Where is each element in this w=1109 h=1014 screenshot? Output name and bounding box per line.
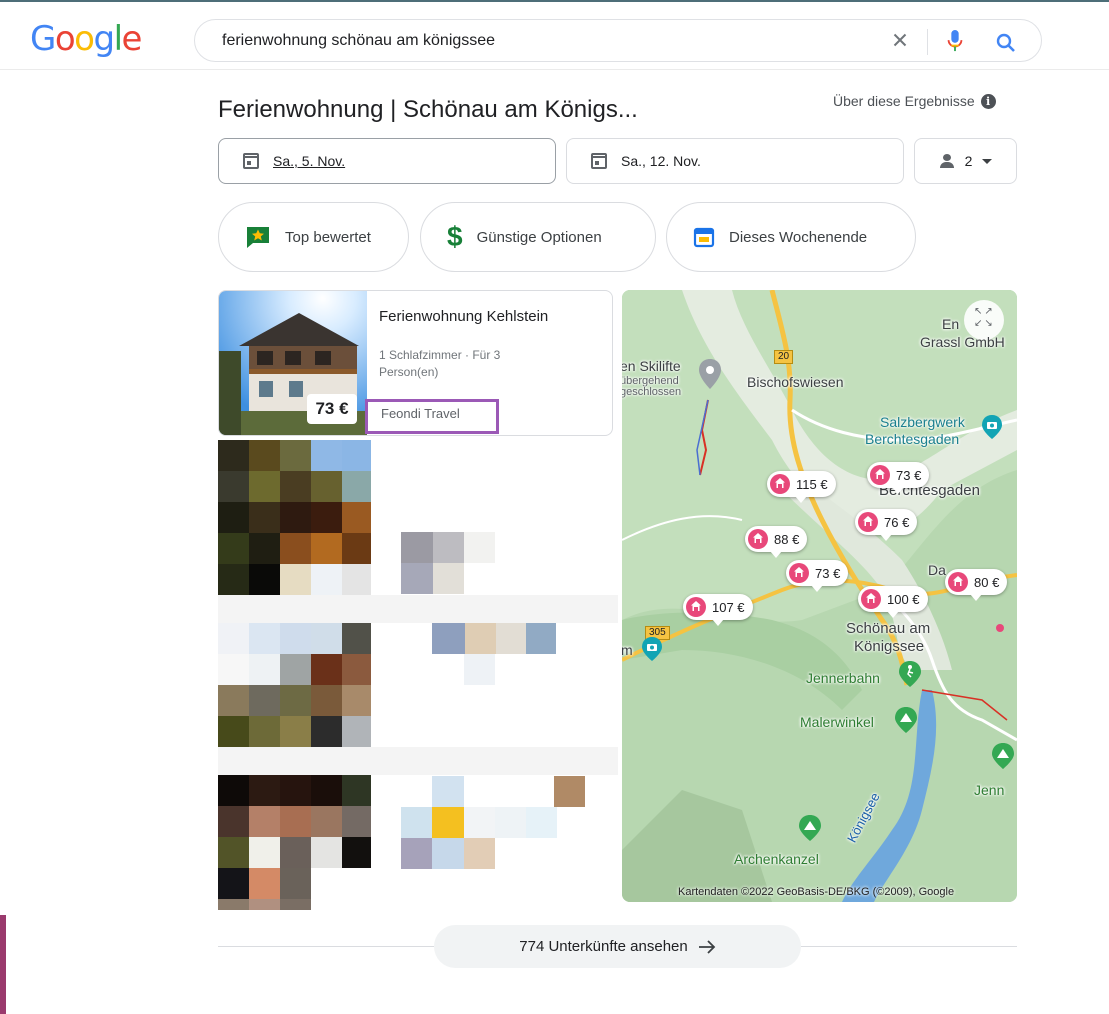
viewpoint-pin-icon[interactable]	[894, 706, 918, 734]
divider	[801, 946, 1017, 947]
price-pin-label: 73 €	[815, 565, 841, 581]
map-marker-icon[interactable]	[698, 358, 722, 390]
listing-title[interactable]: Ferienwohnung Kehlstein	[379, 308, 548, 325]
map-label-malerwinkel: Malerwinkel	[800, 714, 874, 730]
house-icon	[861, 589, 881, 609]
price-pin-label: 80 €	[974, 574, 1000, 590]
house-icon	[748, 529, 768, 549]
price-pin-label: 76 €	[884, 514, 910, 530]
listing-description: 1 Schlafzimmer · Für 3 Person(en)	[379, 348, 501, 379]
search-query[interactable]: ferienwohnung schönau am königssee	[222, 32, 495, 50]
left-edge-accent	[0, 915, 6, 1014]
map-label-m: m	[622, 642, 633, 658]
hiking-pin-icon[interactable]	[898, 660, 922, 688]
view-all-stays-button[interactable]: 774 Unterkünfte ansehen	[434, 925, 801, 968]
results-map[interactable]: 20 305 en Skilifte übergehend geschlosse…	[622, 290, 1017, 902]
map-label-grassl: Grassl GmbH	[920, 334, 1005, 350]
price-pin[interactable]: 100 €	[858, 586, 928, 618]
chip-cheap-options[interactable]: $ Günstige Optionen	[420, 202, 656, 272]
house-icon	[770, 474, 790, 494]
price-pin[interactable]: 80 €	[945, 569, 1008, 601]
dollar-icon: $	[447, 221, 463, 252]
calendar-icon	[243, 153, 259, 169]
divider	[218, 946, 434, 947]
map-label-enz: En	[942, 316, 960, 332]
chip-label: Dieses Wochenende	[729, 228, 868, 246]
checkout-date-field[interactable]: Sa., 12. Nov.	[566, 138, 904, 184]
checkin-date[interactable]: Sa., 5. Nov.	[273, 153, 345, 169]
listing-price: 73 €	[307, 394, 357, 424]
listing-photo[interactable]: 73 €	[219, 291, 367, 435]
map-label-schoenau: Schönau am	[846, 620, 931, 637]
checkin-date-field[interactable]: Sa., 5. Nov.	[218, 138, 556, 184]
top-bar: Google ferienwohnung schönau am königsse…	[0, 0, 1109, 70]
road-20-badge: 20	[774, 350, 794, 364]
listing-provider[interactable]: Feondi Travel	[365, 399, 499, 434]
price-pin[interactable]: 73 €	[867, 462, 930, 494]
chip-label: Günstige Optionen	[476, 228, 602, 246]
guests-count: 2	[964, 153, 973, 169]
house-icon	[686, 597, 706, 617]
house-icon	[870, 465, 890, 485]
map-label-skilifte: en Skilifte	[622, 358, 681, 374]
price-pin-label: 88 €	[774, 531, 800, 547]
camera-pin-icon[interactable]	[641, 636, 663, 662]
page-title: Ferienwohnung | Schönau am Königs...	[218, 96, 638, 123]
map-label-skilifte-sub2: geschlossen	[622, 386, 682, 398]
price-pin[interactable]: 76 €	[855, 509, 918, 541]
info-icon[interactable]: i	[980, 93, 996, 109]
price-pin[interactable]: 73 €	[786, 560, 849, 592]
search-icon[interactable]	[994, 31, 1018, 55]
map-label-da: Da	[928, 562, 946, 578]
price-pin-label: 107 €	[712, 599, 745, 615]
search-input[interactable]: ferienwohnung schönau am königssee	[194, 19, 1042, 62]
google-logo[interactable]: Google	[30, 22, 142, 56]
calendar-icon	[693, 227, 715, 248]
listing-card[interactable]: 73 € Ferienwohnung Kehlstein 1 Schlafzim…	[218, 290, 613, 436]
redacted-results	[218, 440, 618, 910]
chip-this-weekend[interactable]: Dieses Wochenende	[666, 202, 916, 272]
camera-pin-icon[interactable]	[981, 414, 1003, 440]
map-label-archenkanzel: Archenkanzel	[734, 851, 819, 867]
arrow-right-icon	[698, 939, 716, 954]
price-pin[interactable]: 107 €	[683, 594, 753, 626]
house-icon	[948, 572, 968, 592]
mountain-pin-icon[interactable]	[798, 814, 822, 842]
price-pin-label: 100 €	[887, 591, 920, 607]
about-results-link[interactable]: Über diese Ergebnisse i	[833, 93, 996, 109]
chip-label: Top bewertet	[285, 228, 371, 246]
search-divider	[927, 29, 928, 55]
mountain-pin-icon[interactable]	[991, 742, 1015, 770]
price-pin-label: 115 €	[796, 476, 828, 492]
star-flag-icon	[247, 227, 269, 248]
calendar-icon	[591, 153, 607, 169]
map-label-bischofswiesen: Bischofswiesen	[747, 374, 844, 390]
map-label-salzbergwerk-2: Berchtesgaden	[865, 431, 960, 447]
guests-select[interactable]: 2	[914, 138, 1017, 184]
price-pin-label: 73 €	[896, 467, 922, 483]
view-all-stays-label: 774 Unterkünfte ansehen	[519, 938, 688, 955]
chevron-down-icon	[982, 158, 993, 164]
about-results-label[interactable]: Über diese Ergebnisse	[833, 93, 975, 109]
price-pin[interactable]: 115 €	[767, 471, 836, 503]
house-icon	[858, 512, 878, 532]
map-credit: Kartendaten ©2022 GeoBasis-DE/BKG (©2009…	[678, 886, 955, 898]
house-icon	[789, 563, 809, 583]
microphone-icon[interactable]	[944, 28, 966, 54]
clear-icon[interactable]	[889, 29, 911, 51]
map-label-salzbergwerk: Salzbergwerk	[880, 414, 965, 430]
person-icon	[939, 154, 955, 168]
map-label-jenner: Jenn	[974, 782, 1005, 798]
map-label-koenigssee-town: Königssee	[854, 638, 925, 655]
checkout-date[interactable]: Sa., 12. Nov.	[621, 153, 701, 169]
map-label-jennerbahn: Jennerbahn	[806, 670, 880, 686]
price-pin[interactable]: 88 €	[745, 526, 808, 558]
chip-top-rated[interactable]: Top bewertet	[218, 202, 409, 272]
